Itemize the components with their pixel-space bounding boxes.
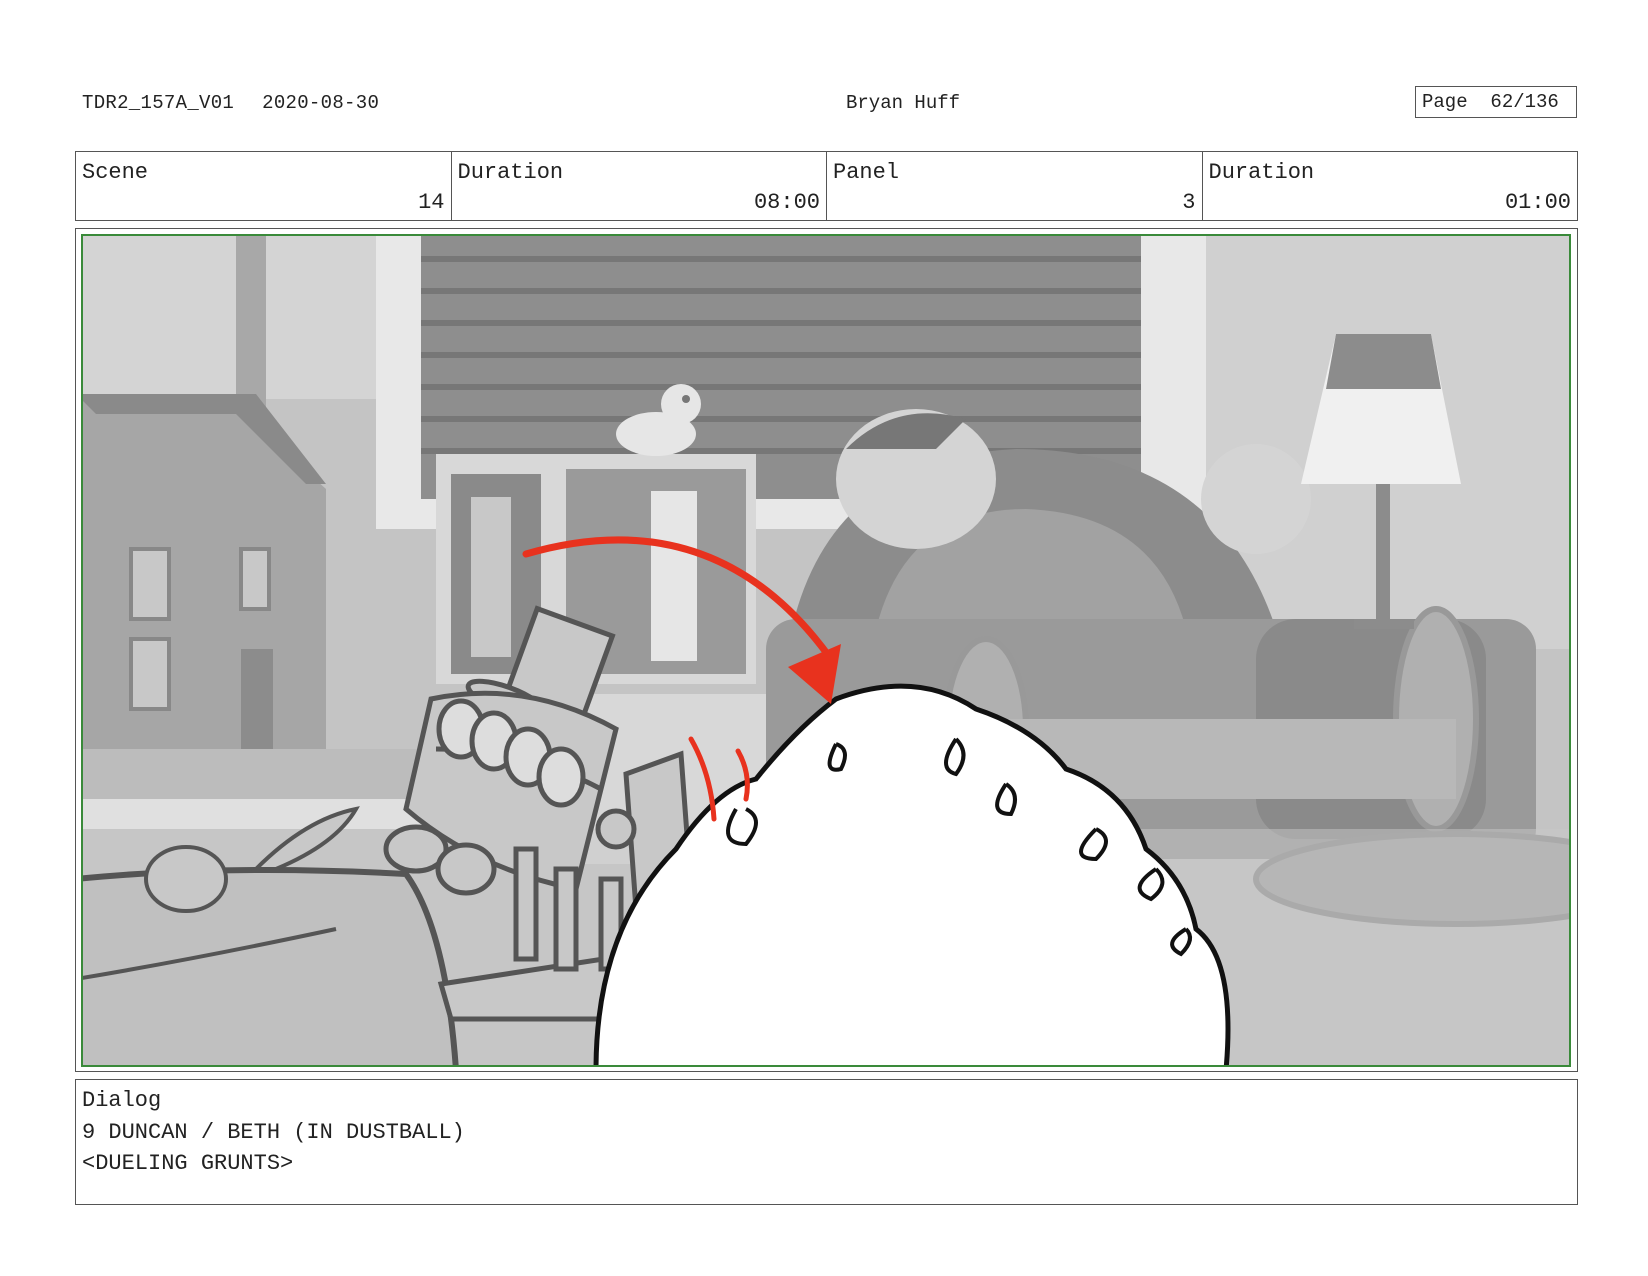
page-number: 62/136 xyxy=(1490,91,1559,113)
panel-cell: Panel 3 xyxy=(827,152,1203,220)
header-author: Bryan Huff xyxy=(846,92,961,114)
dialog-line-text: <DUELING GRUNTS> xyxy=(82,1151,294,1176)
scene-cell: Scene 14 xyxy=(76,152,452,220)
scene-value: 14 xyxy=(418,190,445,215)
scene-label: Scene xyxy=(82,160,149,185)
panel-label: Panel xyxy=(833,160,900,185)
page-indicator: Page 62/136 xyxy=(1415,86,1577,118)
scene-duration-label: Duration xyxy=(457,160,564,185)
scene-duration-value: 08:00 xyxy=(753,190,820,215)
panel-info-row: Scene 14 Duration 08:00 Panel 3 Duration… xyxy=(75,151,1578,221)
page-label: Page xyxy=(1422,91,1468,113)
panel-duration-cell: Duration 01:00 xyxy=(1203,152,1578,220)
panel-duration-label: Duration xyxy=(1208,160,1315,185)
panel-duration-value: 01:00 xyxy=(1504,190,1571,215)
file-id: TDR2_157A_V01 xyxy=(82,92,235,114)
dollhouse xyxy=(82,394,326,789)
storyboard-drawing xyxy=(81,234,1571,1067)
header-file-info: TDR2_157A_V01 2020-08-30 xyxy=(82,92,379,114)
header-date: 2020-08-30 xyxy=(262,92,380,114)
panel-value: 3 xyxy=(1182,190,1196,215)
dialog-line-character: 9 DUNCAN / BETH (IN DUSTBALL) xyxy=(82,1120,465,1145)
storyboard-panel-frame xyxy=(75,228,1578,1072)
dialog-label: Dialog xyxy=(82,1088,162,1113)
dialog-box: Dialog 9 DUNCAN / BETH (IN DUSTBALL) <DU… xyxy=(75,1079,1578,1205)
scene-duration-cell: Duration 08:00 xyxy=(452,152,827,220)
